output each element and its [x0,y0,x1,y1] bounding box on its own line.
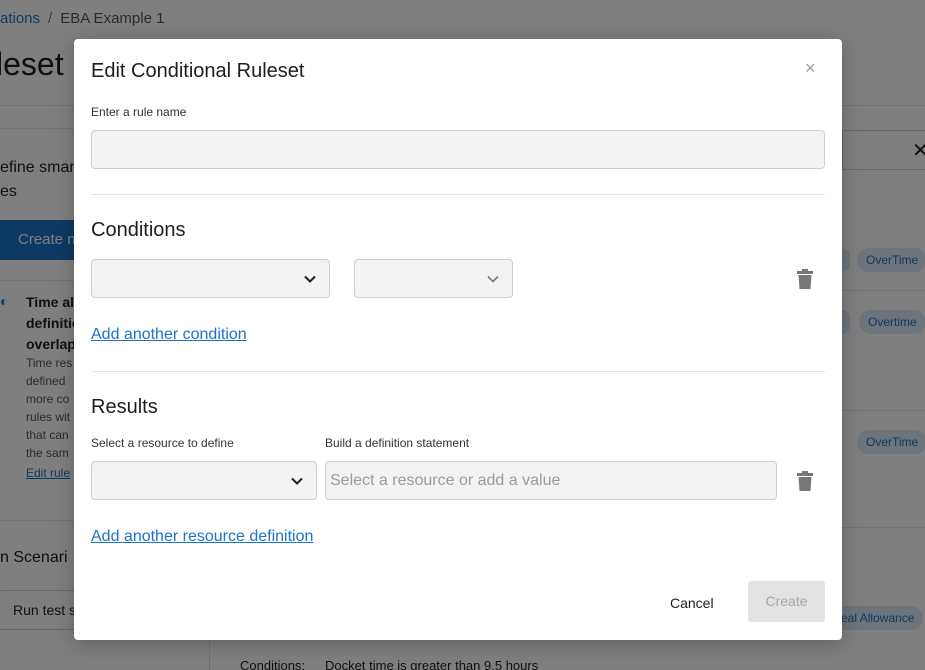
definition-statement-label: Build a definition statement [325,436,470,450]
condition-operator-select[interactable] [354,259,513,298]
resource-select-label: Select a resource to define [91,436,234,450]
create-button[interactable]: Create [748,581,825,622]
cancel-button[interactable]: Cancel [670,595,714,611]
trash-icon[interactable] [797,471,813,491]
edit-ruleset-modal: Edit Conditional Ruleset × Enter a rule … [74,39,842,640]
chevron-down-icon [487,275,499,283]
results-heading: Results [91,396,158,418]
trash-icon[interactable] [797,269,813,289]
section-divider [91,371,825,372]
rule-name-label: Enter a rule name [91,105,187,119]
conditions-heading: Conditions [91,219,186,241]
modal-title: Edit Conditional Ruleset [91,60,305,82]
definition-statement-input[interactable] [325,461,777,500]
rule-name-input[interactable] [91,130,825,169]
chevron-down-icon [291,477,303,485]
chevron-down-icon [304,275,316,283]
resource-select[interactable] [91,461,317,500]
condition-field-select[interactable] [91,259,330,298]
section-divider [91,194,825,195]
add-resource-definition-link[interactable]: Add another resource definition [91,528,313,546]
add-condition-link[interactable]: Add another condition [91,326,247,344]
close-icon[interactable]: × [805,58,816,79]
